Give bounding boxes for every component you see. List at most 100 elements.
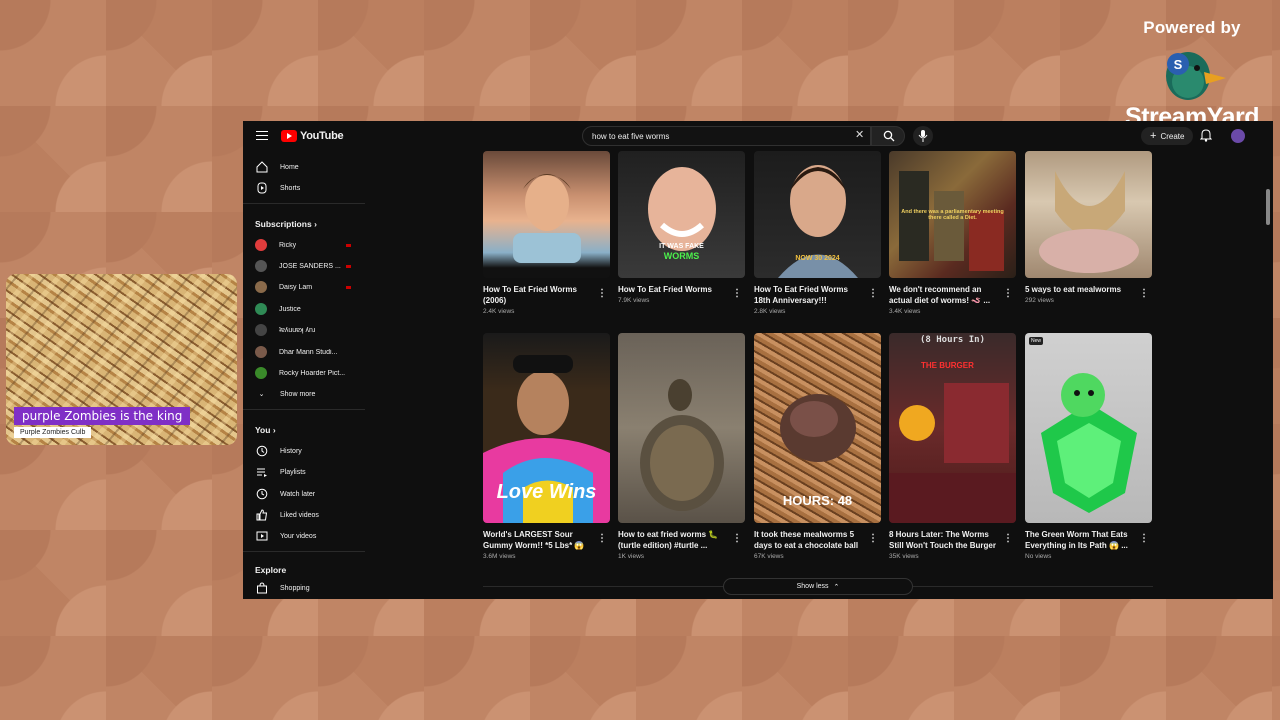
- more-options-icon[interactable]: ⋮: [868, 533, 878, 544]
- video-card[interactable]: HOURS: 48 It took these mealworms 5 days…: [754, 333, 881, 560]
- more-options-icon[interactable]: ⋮: [868, 288, 878, 299]
- more-options-icon[interactable]: ⋮: [732, 288, 742, 299]
- video-title[interactable]: How To Eat Fried Worms: [618, 284, 730, 295]
- youtube-logo[interactable]: YouTube: [281, 130, 344, 142]
- clear-search-icon[interactable]: ✕: [855, 128, 864, 141]
- more-options-icon[interactable]: ⋮: [597, 288, 607, 299]
- thumbnail-caption: THE BURGER: [921, 361, 974, 370]
- account-avatar[interactable]: [1231, 129, 1245, 143]
- live-indicator-icon: [346, 264, 351, 268]
- video-card[interactable]: How To Eat Fried Worms (2006) 2.4K views…: [483, 151, 610, 315]
- video-title[interactable]: The Green Worm That Eats Everything in I…: [1025, 529, 1137, 551]
- sidebar-item-history[interactable]: History: [255, 443, 365, 459]
- video-thumbnail[interactable]: NOW 30 2024: [754, 151, 881, 278]
- video-thumbnail[interactable]: And there was a parliamentary meeting th…: [889, 151, 1016, 278]
- more-options-icon[interactable]: ⋮: [597, 533, 607, 544]
- sidebar-item-shorts[interactable]: Shorts: [255, 180, 365, 196]
- video-card[interactable]: (8 Hours In) THE BURGER 8 Hours Later: T…: [889, 333, 1016, 560]
- video-title[interactable]: It took these mealworms 5 days to eat a …: [754, 529, 866, 551]
- chevron-right-icon: ›: [272, 425, 276, 435]
- sidebar-item-subscription[interactable]: Dhar Mann Studi...: [255, 344, 365, 360]
- video-card[interactable]: NOW 30 2024 How To Eat Fried Worms 18th …: [754, 151, 881, 315]
- video-title[interactable]: We don't recommend an actual diet of wor…: [889, 284, 1001, 306]
- video-thumbnail[interactable]: HOURS: 48: [754, 333, 881, 523]
- video-views: 3.6M views: [483, 553, 516, 560]
- chevron-up-icon: ⌃: [833, 583, 840, 591]
- sidebar-item-watch-later[interactable]: Watch later: [255, 486, 365, 502]
- sidebar-item-label: Home: [280, 163, 299, 171]
- subscriptions-header-label: Subscriptions: [255, 219, 312, 229]
- video-title[interactable]: How to eat fried worms 🐛 (turtle edition…: [618, 529, 730, 551]
- sidebar-item-show-more[interactable]: ⌄ Show more: [255, 386, 365, 402]
- sidebar-divider: [243, 203, 365, 204]
- video-thumbnail[interactable]: (8 Hours In) THE BURGER: [889, 333, 1016, 523]
- sidebar-item-your-videos[interactable]: Your videos: [255, 528, 365, 544]
- show-less-button[interactable]: Show less ⌃: [723, 578, 913, 595]
- video-title[interactable]: 5 ways to eat mealworms: [1025, 284, 1137, 295]
- search-input[interactable]: how to eat five worms: [582, 126, 871, 146]
- more-options-icon[interactable]: ⋮: [1139, 288, 1149, 299]
- video-card[interactable]: How to eat fried worms 🐛 (turtle edition…: [618, 333, 745, 560]
- sidebar-item-subscription[interactable]: ʇɐʎuuɐʞ ʎnɹ: [255, 322, 365, 338]
- sidebar-item-shopping[interactable]: Shopping: [255, 580, 365, 596]
- youtube-topbar: YouTube how to eat five worms ✕ + Create: [243, 121, 1273, 151]
- more-options-icon[interactable]: ⋮: [732, 533, 742, 544]
- sidebar-item-label: Watch later: [280, 490, 316, 498]
- webcam-feed: purple Zombies is the king Purple Zombie…: [6, 274, 237, 445]
- thumbnail-caption: (8 Hours In): [919, 335, 986, 345]
- video-title[interactable]: How To Eat Fried Worms (2006): [483, 284, 595, 306]
- thumbnail-caption: IT WAS FAKE: [659, 243, 704, 250]
- you-header[interactable]: You ›: [255, 425, 276, 435]
- thumbnail-caption: NOW 30 2024: [795, 255, 840, 262]
- thumbnail-caption: WORMS: [663, 251, 700, 261]
- menu-icon[interactable]: [256, 131, 268, 140]
- video-card[interactable]: IT WAS FAKE WORMS How To Eat Fried Worms…: [618, 151, 745, 304]
- video-thumbnail[interactable]: [483, 151, 610, 278]
- video-card[interactable]: Love Wins World's LARGEST Sour Gummy Wor…: [483, 333, 610, 560]
- video-card[interactable]: New The Green Worm That Eats Everything …: [1025, 333, 1152, 560]
- create-button[interactable]: + Create: [1141, 127, 1194, 145]
- sidebar-item-subscription[interactable]: Ricky: [255, 237, 365, 253]
- sidebar-divider: [243, 409, 365, 410]
- sidebar-item-subscription[interactable]: Daisy Lam: [255, 279, 365, 295]
- video-thumbnail[interactable]: IT WAS FAKE WORMS: [618, 151, 745, 278]
- streamyard-branding: Powered by S StreamYard: [1122, 18, 1262, 132]
- subscriptions-header[interactable]: Subscriptions ›: [255, 219, 317, 229]
- thumbnail-image: [1039, 171, 1139, 273]
- webcam-subtitle: Purple Zombies Culb: [14, 427, 92, 438]
- webcam-banner: purple Zombies is the king: [14, 407, 191, 425]
- sidebar-item-subscription[interactable]: Justice: [255, 301, 365, 317]
- thumbs-up-icon: [255, 509, 268, 522]
- video-thumbnail[interactable]: Love Wins: [483, 333, 610, 523]
- you-header-label: You: [255, 425, 271, 435]
- home-icon: [255, 161, 268, 174]
- more-options-icon[interactable]: ⋮: [1003, 288, 1013, 299]
- video-title[interactable]: World's LARGEST Sour Gummy Worm!! *5 Lbs…: [483, 529, 595, 551]
- scrollbar[interactable]: [1266, 189, 1270, 225]
- thumbnail-image: [640, 379, 724, 511]
- video-thumbnail[interactable]: [618, 333, 745, 523]
- thumbnail-caption: And there was a parliamentary meeting th…: [901, 209, 1004, 221]
- video-thumbnail[interactable]: [1025, 151, 1152, 278]
- more-options-icon[interactable]: ⋮: [1003, 533, 1013, 544]
- channel-avatar: [255, 367, 267, 379]
- video-title[interactable]: 8 Hours Later: The Worms Still Won't Tou…: [889, 529, 1001, 551]
- video-thumbnail[interactable]: New: [1025, 333, 1152, 523]
- channel-name: ʇɐʎuuɐʞ ʎnɹ: [279, 326, 316, 334]
- sidebar-item-liked-videos[interactable]: Liked videos: [255, 507, 365, 523]
- sidebar-item-subscription[interactable]: JOSE SANDERS ...: [255, 258, 365, 274]
- search-button[interactable]: [871, 126, 905, 146]
- notifications-bell-icon[interactable]: [1200, 129, 1212, 142]
- channel-name: Ricky: [279, 241, 297, 249]
- video-card[interactable]: And there was a parliamentary meeting th…: [889, 151, 1016, 315]
- sidebar-item-playlists[interactable]: Playlists: [255, 464, 365, 480]
- video-views: 2.4K views: [483, 308, 515, 315]
- thumbnail-caption: Love Wins: [496, 481, 597, 503]
- voice-search-button[interactable]: [913, 126, 933, 146]
- sidebar-item-home[interactable]: Home: [255, 159, 365, 175]
- live-indicator-icon: [346, 285, 351, 289]
- more-options-icon[interactable]: ⋮: [1139, 533, 1149, 544]
- video-card[interactable]: 5 ways to eat mealworms 292 views ⋮: [1025, 151, 1152, 304]
- video-title[interactable]: How To Eat Fried Worms 18th Anniversary!…: [754, 284, 866, 306]
- sidebar-item-subscription[interactable]: Rocky Hoarder Pict...: [255, 365, 365, 381]
